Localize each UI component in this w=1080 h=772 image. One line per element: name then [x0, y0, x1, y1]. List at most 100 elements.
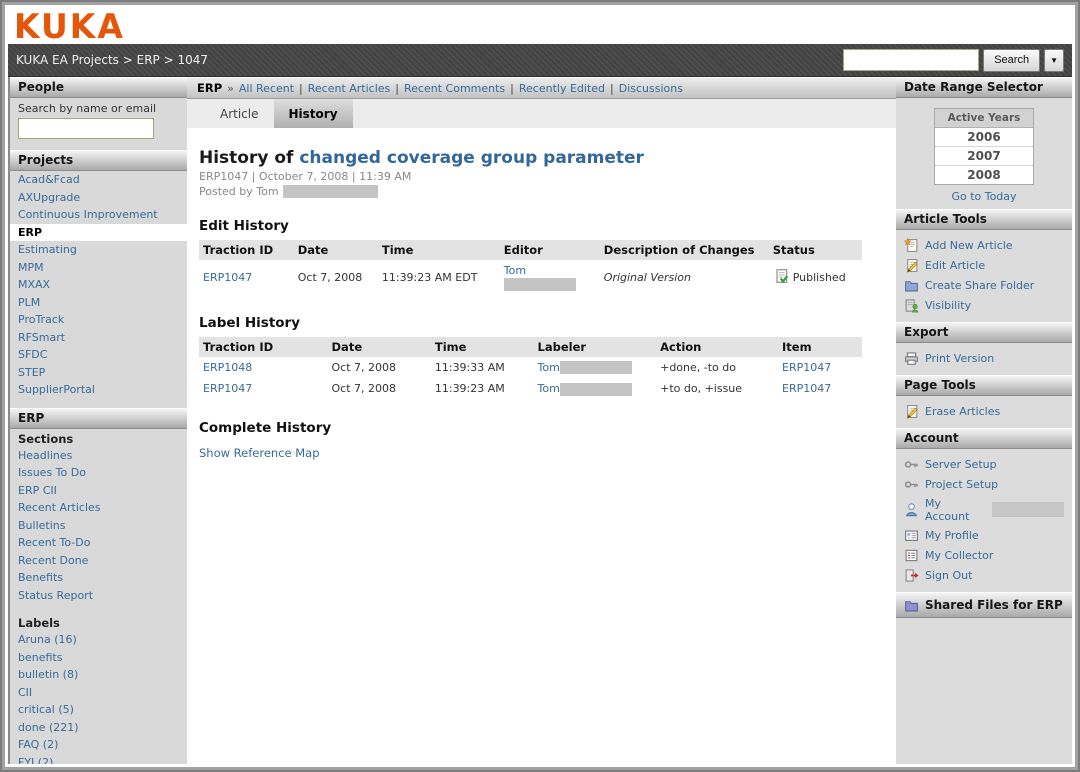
sidebar-section-link[interactable]: Recent Articles — [10, 499, 187, 517]
context-link[interactable]: Recent Articles — [308, 82, 391, 95]
tool-label: Erase Articles — [925, 405, 1000, 418]
sidebar-project-link[interactable]: AXUpgrade — [10, 189, 187, 207]
year-2007[interactable]: 2007 — [935, 147, 1033, 166]
column-header: Time — [431, 337, 534, 357]
left-sidebar: People Search by name or email Projects … — [8, 77, 187, 764]
sign-out-icon — [904, 568, 919, 583]
server-setup-link[interactable]: Server Setup — [896, 454, 1072, 474]
sidebar-label-link[interactable]: Aruna (16) — [10, 631, 187, 649]
tool-label: Sign Out — [925, 569, 972, 582]
search-area: Search ▼ — [843, 49, 1064, 72]
sidebar-project-link[interactable]: RFSmart — [10, 329, 187, 347]
go-to-today-link[interactable]: Go to Today — [896, 187, 1072, 209]
erp-header: ERP — [10, 408, 187, 429]
context-link[interactable]: Recently Edited — [519, 82, 605, 95]
sidebar-project-link[interactable]: Estimating — [10, 241, 187, 259]
traction-id-link[interactable]: ERP1047 — [203, 271, 252, 284]
sidebar-project-link[interactable]: MXAX — [10, 276, 187, 294]
sidebar-project-link[interactable]: ERP — [10, 224, 187, 242]
traction-id-link[interactable]: ERP1047 — [782, 382, 831, 395]
traction-id-link[interactable]: ERP1048 — [203, 361, 252, 374]
project-setup-link[interactable]: Project Setup — [896, 474, 1072, 494]
sidebar-label-link[interactable]: critical (5) — [10, 701, 187, 719]
sidebar-label-link[interactable]: FAQ (2) — [10, 736, 187, 754]
tab-history[interactable]: History — [274, 99, 353, 128]
sidebar-project-link[interactable]: ProTrack — [10, 311, 187, 329]
people-search-input[interactable] — [18, 118, 154, 139]
context-link[interactable]: Discussions — [619, 82, 683, 95]
search-button[interactable]: Search — [983, 49, 1040, 72]
sidebar-label-link[interactable]: FYI (2) — [10, 754, 187, 765]
text-cell: 11:39:33 AM — [431, 357, 534, 379]
search-dropdown-button[interactable]: ▼ — [1044, 49, 1064, 72]
sidebar-section-link[interactable]: Recent Done — [10, 552, 187, 570]
pipe-separator: | — [299, 82, 303, 95]
breadcrumb: KUKA EA Projects > ERP > 1047 — [16, 53, 208, 67]
text-cell: 11:39:23 AM EDT — [378, 260, 500, 295]
visibility-link[interactable]: Visibility — [896, 295, 1072, 315]
sidebar-project-link[interactable]: MPM — [10, 259, 187, 277]
article-title-link[interactable]: changed coverage group parameter — [299, 148, 644, 168]
edit-article-link[interactable]: Edit Article — [896, 255, 1072, 275]
status-text: Published — [793, 271, 846, 284]
search-input[interactable] — [843, 49, 979, 71]
column-header: Labeler — [534, 337, 657, 357]
person-link[interactable]: Tom — [504, 264, 526, 277]
sidebar-section-link[interactable]: ERP CII — [10, 482, 187, 500]
app-window: KUKA KUKA EA Projects > ERP > 1047 Searc… — [0, 0, 1080, 772]
context-link[interactable]: All Recent — [239, 82, 294, 95]
column-header: Status — [769, 240, 862, 260]
sidebar-project-link[interactable]: SupplierPortal — [10, 381, 187, 399]
link-cell: ERP1047 — [778, 378, 862, 400]
traction-id-link[interactable]: ERP1047 — [203, 382, 252, 395]
sidebar-project-link[interactable]: PLM — [10, 294, 187, 312]
sidebar-project-link[interactable]: STEP — [10, 364, 187, 382]
shared-files-header[interactable]: Shared Files for ERP — [896, 592, 1072, 618]
redacted-name — [560, 361, 632, 374]
year-2008[interactable]: 2008 — [935, 166, 1033, 184]
erase-articles-link[interactable]: Erase Articles — [896, 401, 1072, 421]
add-new-article-icon — [904, 238, 919, 253]
pipe-separator: | — [610, 82, 614, 95]
print-version-link[interactable]: Print Version — [896, 348, 1072, 368]
posted-by-text: Posted by Tom — [199, 185, 279, 198]
label-history-heading: Label History — [199, 315, 882, 331]
column-header: Time — [378, 240, 500, 260]
show-reference-map-link[interactable]: Show Reference Map — [199, 446, 320, 460]
complete-history-heading: Complete History — [199, 420, 882, 436]
sidebar-project-link[interactable]: Continuous Improvement — [10, 206, 187, 224]
person-link[interactable]: Tom — [538, 382, 560, 395]
sidebar-section-link[interactable]: Bulletins — [10, 517, 187, 535]
sidebar-section-link[interactable]: Status Report — [10, 587, 187, 605]
create-share-folder-link[interactable]: Create Share Folder — [896, 275, 1072, 295]
traction-id-link[interactable]: ERP1047 — [782, 361, 831, 374]
status-cell: Published — [769, 260, 862, 295]
column-header: Traction ID — [199, 337, 328, 357]
person-cell: Tom — [500, 260, 600, 295]
tab-article[interactable]: Article — [205, 99, 274, 128]
add-new-article-link[interactable]: Add New Article — [896, 235, 1072, 255]
context-link[interactable]: Recent Comments — [404, 82, 505, 95]
my-profile-link[interactable]: My Profile — [896, 525, 1072, 545]
sidebar-project-link[interactable]: SFDC — [10, 346, 187, 364]
profile-card-icon — [904, 528, 919, 543]
sidebar-project-link[interactable]: Acad&Fcad — [10, 171, 187, 189]
collector-icon — [904, 548, 919, 563]
sidebar-section-link[interactable]: Recent To-Do — [10, 534, 187, 552]
sidebar-section-link[interactable]: Headlines — [10, 447, 187, 465]
sidebar-label-link[interactable]: done (221) — [10, 719, 187, 737]
edit-history-table: Traction IDDateTimeEditorDescription of … — [199, 240, 862, 295]
sidebar-label-link[interactable]: benefits — [10, 649, 187, 667]
years-list: 200620072008 — [935, 128, 1033, 184]
sidebar-label-link[interactable]: CII — [10, 684, 187, 702]
user-icon — [904, 502, 919, 517]
article-tools-header: Article Tools — [896, 209, 1072, 230]
sidebar-section-link[interactable]: Issues To Do — [10, 464, 187, 482]
sidebar-label-link[interactable]: bulletin (8) — [10, 666, 187, 684]
sign-out-link[interactable]: Sign Out — [896, 565, 1072, 585]
person-link[interactable]: Tom — [538, 361, 560, 374]
year-2006[interactable]: 2006 — [935, 128, 1033, 147]
my-collector-link[interactable]: My Collector — [896, 545, 1072, 565]
my-account-link[interactable]: My Account — [896, 494, 1072, 525]
sidebar-section-link[interactable]: Benefits — [10, 569, 187, 587]
